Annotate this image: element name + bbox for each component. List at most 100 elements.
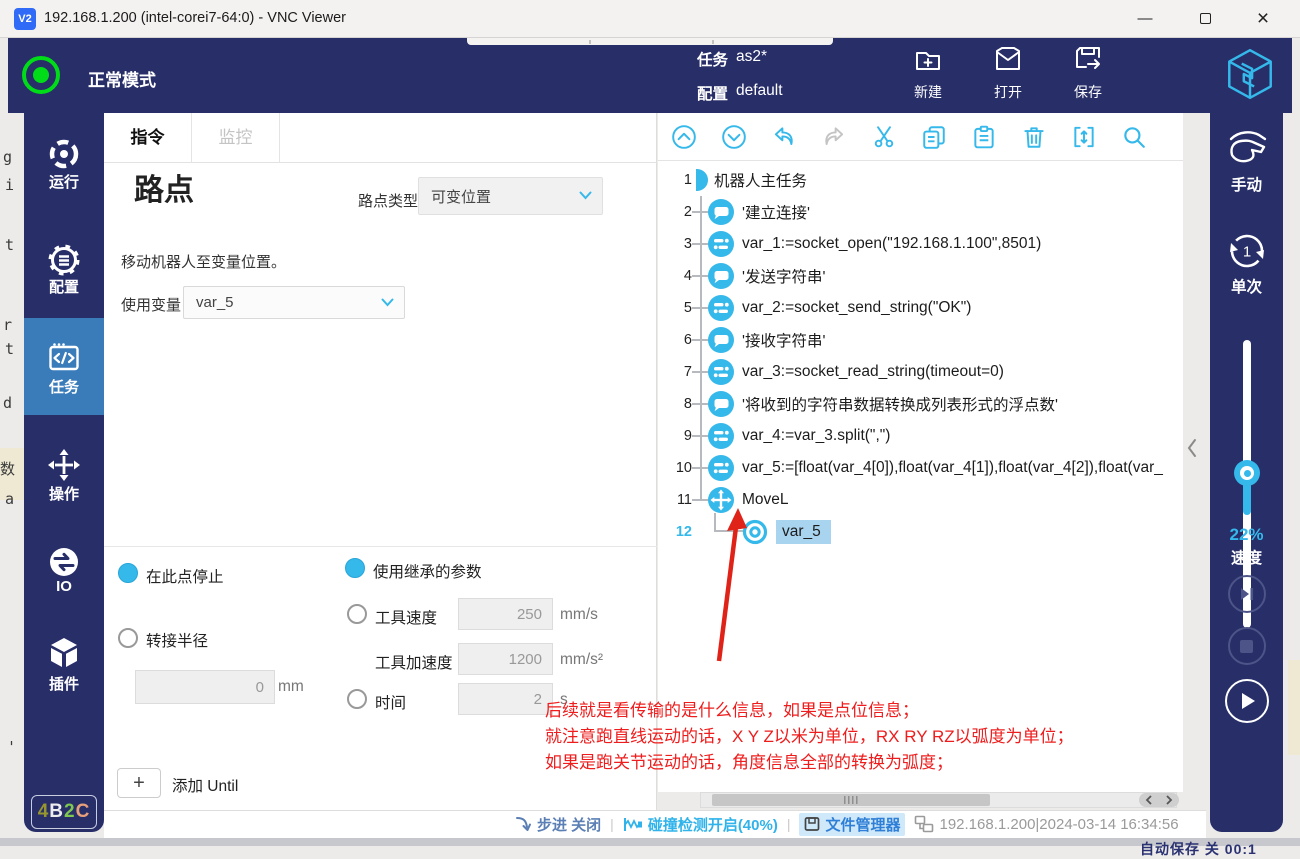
config-label: 配置 bbox=[697, 82, 728, 104]
background-highlight bbox=[1288, 660, 1300, 755]
scroll-right-icon[interactable] bbox=[1165, 795, 1173, 805]
tree-connector bbox=[692, 243, 708, 245]
tab-monitor[interactable]: 监控 bbox=[192, 113, 280, 163]
tree-row[interactable]: 5 var_2:=socket_send_string("OK") bbox=[658, 292, 1183, 324]
tab-command[interactable]: 指令 bbox=[104, 113, 192, 163]
step-button[interactable] bbox=[1228, 575, 1266, 613]
tree-row[interactable]: 10 var_5:=[float(var_4[0]),float(var_4[1… bbox=[658, 452, 1183, 484]
tool-speed-radio[interactable] bbox=[347, 604, 367, 624]
time-input[interactable]: 2 bbox=[458, 683, 553, 715]
connection-status[interactable]: 192.168.1.200|2024-03-14 16:34:56 bbox=[914, 815, 1178, 833]
background-text-fragment: ' bbox=[7, 738, 16, 756]
stop-icon bbox=[1240, 640, 1253, 653]
annotation-line: 就注意跑直线运动的话，X Y Z以米为单位，RX RY RZ以弧度为单位； bbox=[545, 724, 1074, 750]
status-items: 步进 关闭 | 碰撞检测开启(40%) | 文件管理器 192.168.1.20… bbox=[515, 812, 1179, 836]
tree-row[interactable]: 1 机器人主任务 bbox=[658, 164, 1183, 196]
tree-row[interactable]: 2 '建立连接' bbox=[658, 196, 1183, 228]
stop-here-radio[interactable] bbox=[118, 563, 138, 583]
panel-collapse-handle[interactable] bbox=[1186, 438, 1198, 463]
inherit-params-radio[interactable] bbox=[345, 558, 365, 578]
stop-button[interactable] bbox=[1228, 627, 1266, 665]
scrollbar-buttons[interactable] bbox=[1139, 793, 1179, 807]
move-up-button[interactable] bbox=[670, 123, 698, 151]
tree-row[interactable]: 3 var_1:=socket_open("192.168.1.100",850… bbox=[658, 228, 1183, 260]
assignment-icon bbox=[708, 455, 734, 481]
time-radio[interactable] bbox=[347, 689, 367, 709]
step-status-icon bbox=[515, 816, 532, 832]
add-until-label: 添加 Until bbox=[172, 774, 238, 796]
new-task-button[interactable]: 新建 bbox=[898, 44, 958, 106]
row-number: 4 bbox=[658, 268, 692, 284]
tree-connector bbox=[692, 371, 708, 373]
tree-row[interactable]: 8 '将收到的字符串数据转换成列表形式的浮点数' bbox=[658, 388, 1183, 420]
blend-radius-radio[interactable] bbox=[118, 628, 138, 648]
open-task-button[interactable]: 打开 bbox=[978, 44, 1038, 106]
background-text-fragment: r bbox=[3, 316, 12, 334]
file-manager-button[interactable]: 文件管理器 bbox=[799, 813, 905, 836]
waypoint-type-dropdown[interactable]: 可变位置 bbox=[418, 177, 603, 215]
inherit-params-label: 使用继承的参数 bbox=[373, 560, 482, 582]
waypoint-description: 移动机器人至变量位置。 bbox=[121, 251, 286, 272]
background-text-fragment: t bbox=[5, 236, 14, 254]
single-run-label: 单次 bbox=[1231, 275, 1262, 297]
tree-row[interactable]: 7 var_3:=socket_read_string(timeout=0) bbox=[658, 356, 1183, 388]
app-header: 正常模式 任务 as2* 配置 default 新建 打开 保存 bbox=[8, 38, 1292, 113]
chevron-down-icon bbox=[579, 187, 592, 205]
tool-speed-input[interactable]: 250 bbox=[458, 598, 553, 630]
collapse-expand-button[interactable] bbox=[1070, 123, 1098, 151]
tree-connector bbox=[692, 339, 708, 341]
sidebar-item-io-label[interactable]: IO bbox=[24, 578, 104, 595]
version-badge: 4B2C bbox=[31, 795, 97, 829]
close-button[interactable]: × bbox=[1240, 0, 1286, 37]
tree-row[interactable]: 9 var_4:=var_3.split(",") bbox=[658, 420, 1183, 452]
paste-button[interactable] bbox=[970, 123, 998, 151]
section-divider bbox=[104, 546, 657, 547]
minimize-button[interactable]: — bbox=[1122, 0, 1168, 37]
tree-row[interactable]: 11 MoveL bbox=[658, 484, 1183, 516]
sidebar-item-operate-label[interactable]: 操作 bbox=[24, 483, 104, 504]
add-until-button[interactable]: + bbox=[117, 768, 161, 798]
tree-row[interactable]: 4 '发送字符串' bbox=[658, 260, 1183, 292]
stop-here-label: 在此点停止 bbox=[146, 565, 224, 587]
undo-button[interactable] bbox=[770, 123, 798, 151]
connection-label: 192.168.1.200|2024-03-14 16:34:56 bbox=[939, 816, 1178, 833]
vnc-toolbar-strip[interactable] bbox=[467, 38, 833, 45]
speed-slider-thumb[interactable] bbox=[1234, 460, 1260, 486]
scroll-left-icon[interactable] bbox=[1145, 795, 1153, 805]
plugin-cube-icon bbox=[47, 636, 81, 675]
tree-row-label: '发送字符串' bbox=[742, 265, 825, 287]
waypoint-icon bbox=[742, 519, 768, 545]
sidebar-item-config-label[interactable]: 配置 bbox=[24, 276, 104, 297]
tree-connector bbox=[692, 275, 708, 277]
play-button[interactable] bbox=[1225, 679, 1269, 723]
bottom-edge-strip bbox=[0, 838, 1300, 846]
sidebar-item-run-label[interactable]: 运行 bbox=[24, 171, 104, 192]
manual-mode-button[interactable] bbox=[1225, 129, 1269, 174]
save-task-button[interactable]: 保存 bbox=[1058, 44, 1118, 106]
waypoint-type-value: 可变位置 bbox=[419, 186, 579, 207]
sidebar-item-plugin-label[interactable]: 插件 bbox=[24, 673, 104, 694]
background-text-fragment: d bbox=[3, 394, 12, 412]
tool-accel-input[interactable]: 1200 bbox=[458, 643, 553, 675]
sidebar-item-task-label[interactable]: 任务 bbox=[24, 376, 104, 397]
move-down-button[interactable] bbox=[720, 123, 748, 151]
use-variable-dropdown[interactable]: var_5 bbox=[183, 286, 405, 319]
blend-radius-input[interactable]: 0 bbox=[135, 670, 275, 704]
scrollbar-thumb[interactable] bbox=[712, 794, 990, 806]
collision-detect-status[interactable]: 碰撞检测开启(40%) bbox=[623, 814, 778, 835]
tree-row selected[interactable]: 12 var_5 bbox=[658, 516, 1183, 548]
tree-row[interactable]: 6 '接收字符串' bbox=[658, 324, 1183, 356]
single-run-button[interactable]: 1 bbox=[1224, 228, 1270, 279]
window-titlebar: V2 192.168.1.200 (intel-corei7-64:0) - V… bbox=[0, 0, 1300, 38]
delete-button[interactable] bbox=[1020, 123, 1048, 151]
badge-char: C bbox=[76, 801, 91, 823]
copy-button[interactable] bbox=[920, 123, 948, 151]
search-button[interactable] bbox=[1120, 123, 1148, 151]
redo-button[interactable] bbox=[820, 123, 848, 151]
cut-button[interactable] bbox=[870, 123, 898, 151]
maximize-button[interactable] bbox=[1182, 0, 1228, 37]
brand-logo-icon bbox=[1221, 43, 1279, 110]
tree-connector bbox=[692, 467, 708, 469]
tree-row-label: 机器人主任务 bbox=[714, 169, 807, 191]
step-mode-status[interactable]: 步进 关闭 bbox=[515, 814, 601, 835]
